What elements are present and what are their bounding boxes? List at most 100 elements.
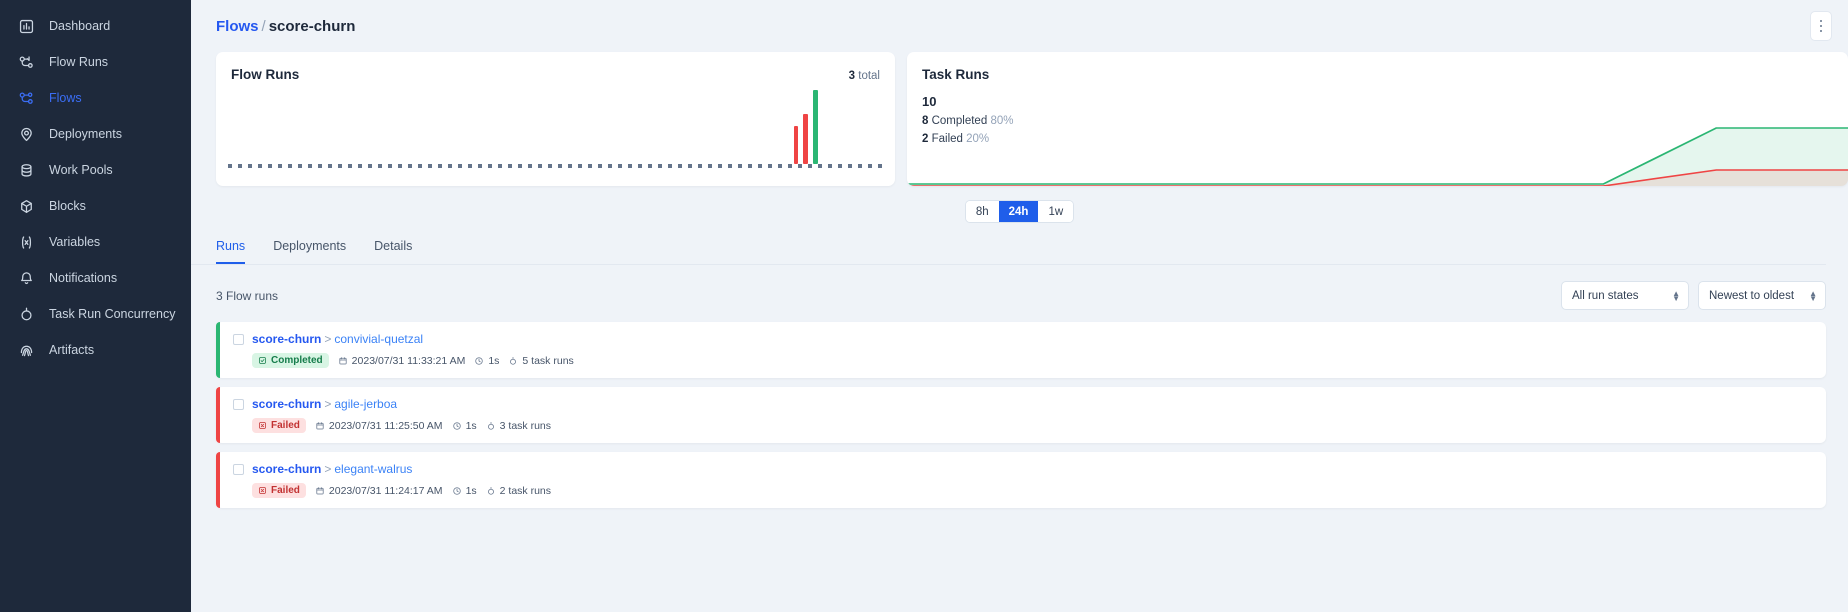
calendar-icon bbox=[339, 356, 347, 364]
check-icon bbox=[259, 357, 266, 364]
sidebar-item-blocks[interactable]: Blocks bbox=[0, 188, 191, 224]
sidebar-item-label: Flow Runs bbox=[49, 55, 109, 69]
sidebar-item-label: Dashboard bbox=[49, 19, 111, 33]
flow-name-link[interactable]: score-churn bbox=[252, 397, 321, 411]
artifacts-icon bbox=[18, 342, 35, 359]
sidebar: Dashboard Flow Runs Flows Deployments Work P… bbox=[0, 0, 191, 612]
baseline-dot bbox=[578, 164, 582, 168]
task-icon bbox=[487, 486, 494, 495]
sidebar-item-label: Deployments bbox=[49, 127, 122, 141]
sidebar-item-variables[interactable]: Variables bbox=[0, 224, 191, 260]
x-icon bbox=[259, 422, 266, 429]
baseline-dot bbox=[838, 164, 842, 168]
sidebar-item-task-run-concurrency[interactable]: Task Run Concurrency bbox=[0, 296, 191, 332]
baseline-dot bbox=[848, 164, 852, 168]
baseline-dot bbox=[298, 164, 302, 168]
filter-bar: 3 Flow runs All run states ▲ ▼ Newest to … bbox=[191, 265, 1848, 310]
timestamp-meta: 2023/07/31 11:24:17 AM bbox=[315, 485, 443, 497]
clock-icon bbox=[452, 421, 461, 430]
baseline-dot bbox=[328, 164, 332, 168]
baseline-dot bbox=[498, 164, 502, 168]
baseline-dot bbox=[398, 164, 402, 168]
sort-order-filter[interactable]: Newest to oldest ▲ ▼ bbox=[1698, 281, 1826, 310]
flow-runs-total: 3 total bbox=[849, 70, 880, 82]
name-separator: > bbox=[324, 332, 332, 346]
range-option-1w[interactable]: 1w bbox=[1038, 201, 1074, 222]
tab-deployments[interactable]: Deployments bbox=[273, 239, 346, 264]
breadcrumb-flows-link[interactable]: Flows bbox=[216, 18, 259, 35]
status-badge-label: Failed bbox=[271, 485, 300, 496]
task-runs-chart-svg bbox=[907, 127, 1848, 186]
flow-run-meta: Failed 2023/07/31 11:25:50 AM 1s 3 task … bbox=[252, 418, 1826, 433]
sidebar-item-artifacts[interactable]: Artifacts bbox=[0, 332, 191, 368]
baseline-dot bbox=[468, 164, 472, 168]
flow-run-checkbox[interactable] bbox=[233, 463, 244, 475]
flow-run-name-link[interactable]: agile-jerboa bbox=[334, 397, 397, 411]
flow-run-title: score-churn > agile-jerboa bbox=[252, 397, 397, 411]
sidebar-item-flows[interactable]: Flows bbox=[0, 80, 191, 116]
breadcrumb: Flows / score-churn bbox=[216, 18, 355, 35]
range-option-24h[interactable]: 24h bbox=[998, 201, 1039, 222]
sidebar-item-deployments[interactable]: Deployments bbox=[0, 116, 191, 152]
baseline-dot bbox=[608, 164, 612, 168]
flow-runs-count-label: 3 Flow runs bbox=[216, 288, 279, 303]
flow-runs-bar-chart bbox=[228, 86, 883, 186]
flow-run-name-link[interactable]: convivial-quetzal bbox=[334, 332, 423, 346]
breadcrumb-current: score-churn bbox=[268, 17, 356, 35]
timestamp-value: 2023/07/31 11:24:17 AM bbox=[328, 484, 443, 497]
sidebar-item-notifications[interactable]: Notifications bbox=[0, 260, 191, 296]
sidebar-item-label: Flows bbox=[49, 91, 82, 105]
flow-run-row[interactable]: score-churn > elegant-walrus Failed 2023/0… bbox=[216, 452, 1826, 508]
baseline-dot bbox=[828, 164, 832, 168]
task-runs-meta: 5 task runs bbox=[508, 355, 574, 367]
flow-run-checkbox[interactable] bbox=[233, 398, 244, 410]
baseline-dot bbox=[308, 164, 312, 168]
baseline-dot bbox=[728, 164, 732, 168]
chevron-updown-icon: ▲ ▼ bbox=[1672, 288, 1680, 303]
flow-name-link[interactable]: score-churn bbox=[252, 332, 321, 346]
deployments-icon bbox=[18, 126, 35, 143]
sort-order-filter-value: Newest to oldest bbox=[1709, 289, 1795, 302]
baseline-dot bbox=[508, 164, 512, 168]
task-runs-card: Task Runs 10 8 Completed 80% 2 Failed 20… bbox=[907, 52, 1848, 186]
kebab-dot bbox=[1819, 19, 1823, 23]
baseline-dot bbox=[758, 164, 762, 168]
flow-run-name-link[interactable]: elegant-walrus bbox=[334, 462, 412, 476]
flow-run-checkbox[interactable] bbox=[233, 333, 244, 345]
clock-icon bbox=[475, 356, 484, 365]
baseline-dot bbox=[708, 164, 712, 168]
duration-meta: 1s bbox=[452, 420, 477, 432]
flow-run-row[interactable]: score-churn > agile-jerboa Failed 2023/07/… bbox=[216, 387, 1826, 443]
range-toggle[interactable]: 8h 24h 1w bbox=[964, 200, 1075, 223]
duration-meta: 1s bbox=[474, 355, 499, 367]
kebab-menu-icon[interactable] bbox=[1810, 11, 1832, 41]
baseline-dot bbox=[678, 164, 682, 168]
timestamp-meta: 2023/07/31 11:33:21 AM bbox=[338, 355, 465, 367]
baseline-dot bbox=[438, 164, 442, 168]
sidebar-item-flow-runs[interactable]: Flow Runs bbox=[0, 44, 191, 80]
flow-run-title: score-churn > convivial-quetzal bbox=[252, 332, 423, 346]
sidebar-item-dashboard[interactable]: Dashboard bbox=[0, 8, 191, 44]
range-option-8h[interactable]: 8h bbox=[965, 201, 999, 222]
timestamp-value: 2023/07/31 11:25:50 AM bbox=[328, 419, 443, 432]
flow-runs-card-title: Flow Runs bbox=[231, 67, 300, 82]
baseline-dot bbox=[368, 164, 372, 168]
kebab-dot bbox=[1819, 29, 1823, 33]
tab-runs[interactable]: Runs bbox=[216, 239, 246, 264]
flow-run-row[interactable]: score-churn > convivial-quetzal Completed … bbox=[216, 322, 1826, 378]
baseline-dot bbox=[778, 164, 782, 168]
baseline-dot bbox=[768, 164, 772, 168]
status-badge-label: Failed bbox=[271, 420, 300, 431]
name-separator: > bbox=[324, 462, 332, 476]
tab-details[interactable]: Details bbox=[374, 239, 412, 264]
baseline-dot bbox=[488, 164, 492, 168]
variables-icon bbox=[18, 234, 35, 251]
baseline-dot bbox=[278, 164, 282, 168]
run-state-filter[interactable]: All run states ▲ ▼ bbox=[1561, 281, 1689, 310]
task-runs-meta: 2 task runs bbox=[486, 485, 551, 497]
sidebar-item-work-pools[interactable]: Work Pools bbox=[0, 152, 191, 188]
baseline-dot bbox=[248, 164, 252, 168]
baseline-dot bbox=[798, 164, 802, 168]
task-icon bbox=[510, 356, 517, 365]
flow-name-link[interactable]: score-churn bbox=[252, 462, 321, 476]
